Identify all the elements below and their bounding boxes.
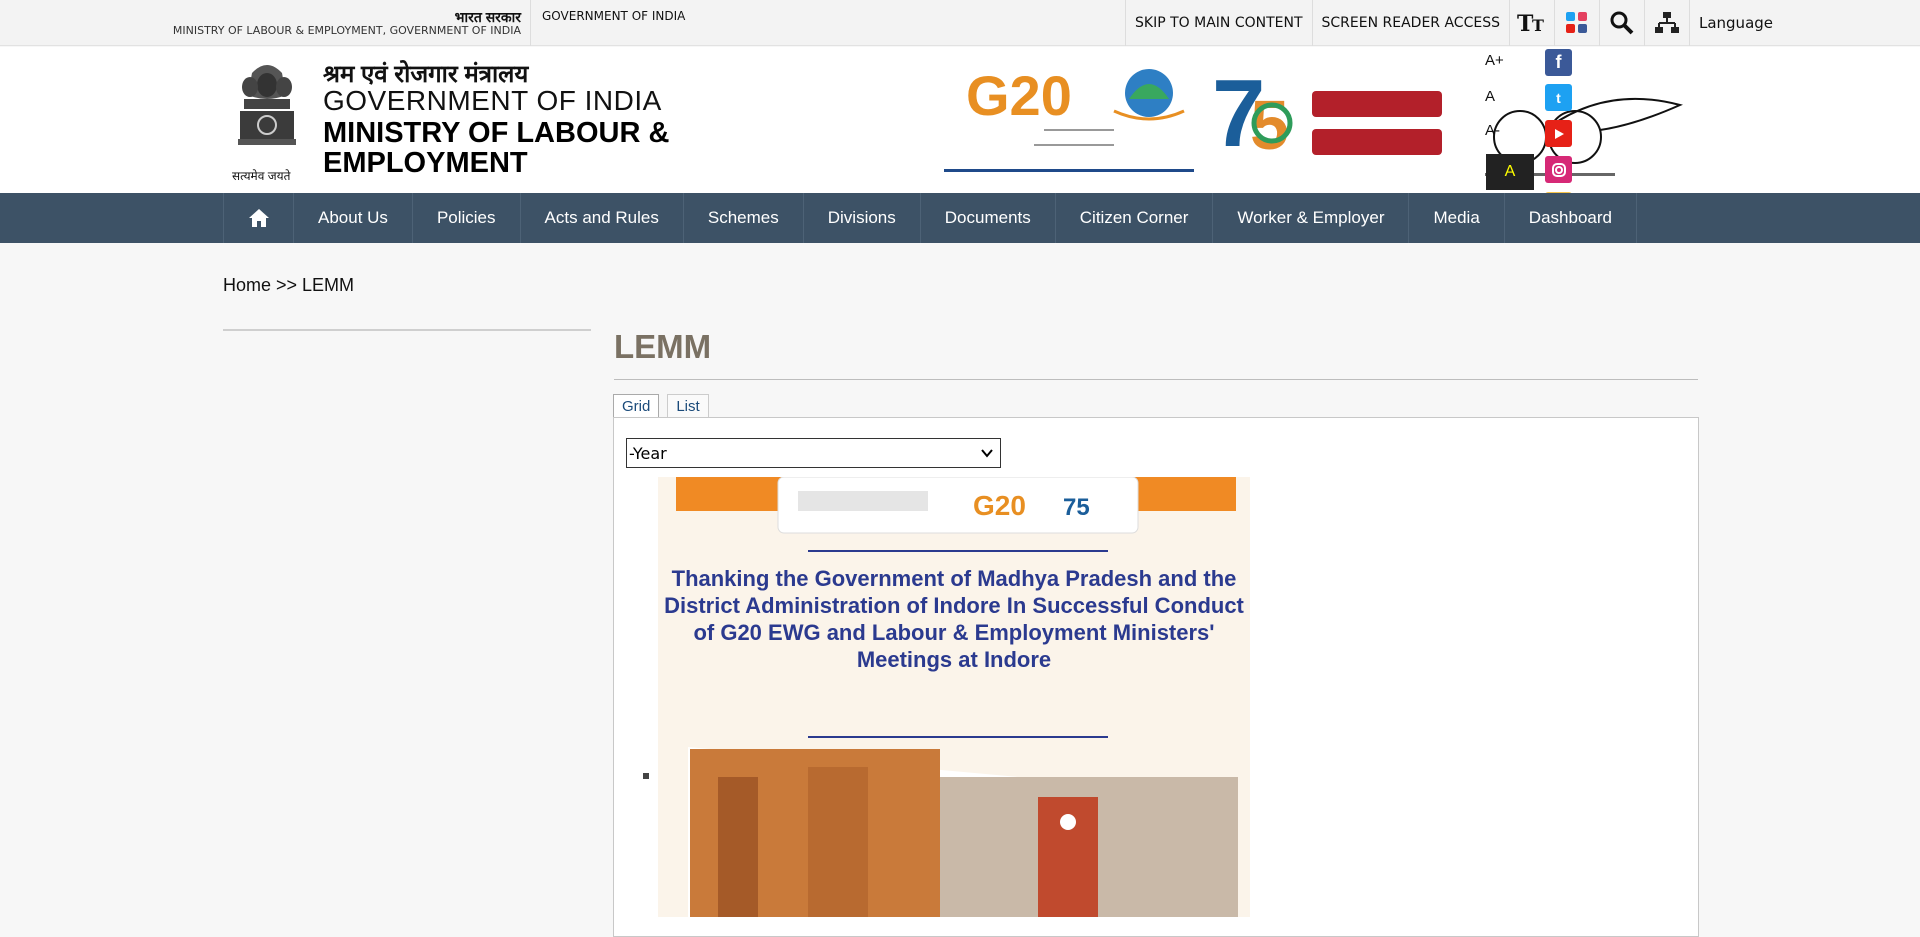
tab-list[interactable]: List bbox=[667, 394, 709, 418]
top-bar: भारत सरकार MINISTRY OF LABOUR & EMPLOYME… bbox=[0, 0, 1920, 46]
facebook-icon[interactable]: f bbox=[1545, 49, 1572, 76]
list-bullet bbox=[643, 773, 649, 779]
accessibility-bar: SKIP TO MAIN CONTENT SCREEN READER ACCES… bbox=[1125, 0, 1782, 46]
main-navigation: About Us Policies Acts and Rules Schemes… bbox=[0, 193, 1920, 243]
high-contrast-button[interactable]: A bbox=[1486, 154, 1534, 190]
breadcrumb[interactable]: Home >> LEMM bbox=[223, 275, 354, 296]
nav-about-us[interactable]: About Us bbox=[294, 193, 413, 243]
sitemap-icon[interactable] bbox=[1643, 0, 1689, 46]
divider bbox=[530, 0, 531, 46]
tab-grid[interactable]: Grid bbox=[613, 394, 660, 418]
site-header: सत्यमेव जयते श्रम एवं रोजगार मंत्रालय GO… bbox=[0, 47, 1920, 193]
search-icon[interactable] bbox=[1598, 0, 1644, 46]
nav-dashboard[interactable]: Dashboard bbox=[1505, 193, 1637, 243]
nav-schemes[interactable]: Schemes bbox=[684, 193, 804, 243]
twitter-icon[interactable]: t bbox=[1545, 84, 1572, 111]
year-select-value: -Year bbox=[629, 443, 667, 463]
nav-policies[interactable]: Policies bbox=[413, 193, 521, 243]
svg-text:G20: G20 bbox=[973, 490, 1026, 521]
font-decrease-button[interactable]: A- bbox=[1485, 122, 1500, 139]
language-selector[interactable]: Language bbox=[1688, 0, 1782, 46]
nav-documents[interactable]: Documents bbox=[921, 193, 1056, 243]
font-increase-button[interactable]: A+ bbox=[1485, 52, 1504, 69]
home-icon[interactable] bbox=[223, 193, 294, 243]
svg-text:T: T bbox=[1532, 16, 1544, 35]
chevron-down-icon bbox=[980, 445, 994, 464]
gallery-item-image[interactable]: G20 75 Thanking the Government of Madhya… bbox=[658, 477, 1250, 917]
skip-to-main-link[interactable]: SKIP TO MAIN CONTENT bbox=[1125, 0, 1312, 46]
svg-text:G20: G20 bbox=[966, 64, 1072, 127]
goi-title: GOVERNMENT OF INDIA bbox=[323, 85, 662, 116]
goi-link[interactable]: GOVERNMENT OF INDIA bbox=[542, 9, 685, 23]
g20-logo[interactable]: G20 bbox=[944, 59, 1194, 184]
instagram-icon[interactable] bbox=[1545, 156, 1572, 183]
youtube-icon[interactable] bbox=[1545, 120, 1572, 147]
sidebar-divider bbox=[223, 329, 591, 331]
nav-acts-and-rules[interactable]: Acts and Rules bbox=[521, 193, 684, 243]
ministry-gov-label: MINISTRY OF LABOUR & EMPLOYMENT, GOVERNM… bbox=[172, 24, 521, 37]
nav-divisions[interactable]: Divisions bbox=[804, 193, 921, 243]
azadi-ka-amrit-mahotsav-logo[interactable]: 7 5 bbox=[1212, 60, 1457, 171]
title-divider bbox=[614, 379, 1698, 380]
page-title: LEMM bbox=[614, 328, 712, 365]
font-normal-button[interactable]: A bbox=[1485, 88, 1495, 105]
text-size-icon[interactable]: TT bbox=[1508, 0, 1554, 46]
view-tabs: Grid List bbox=[613, 394, 709, 418]
nav-media[interactable]: Media bbox=[1409, 193, 1505, 243]
svg-text:75: 75 bbox=[1063, 494, 1090, 521]
nav-citizen-corner[interactable]: Citizen Corner bbox=[1056, 193, 1214, 243]
nav-worker-employer[interactable]: Worker & Employer bbox=[1213, 193, 1410, 243]
emblem-caption: सत्यमेव जयते bbox=[232, 169, 291, 183]
year-select[interactable]: -Year bbox=[626, 438, 1001, 468]
social-media-icon[interactable] bbox=[1553, 0, 1599, 46]
poster-title: Thanking the Government of Madhya Prades… bbox=[664, 566, 1244, 672]
screen-reader-link[interactable]: SCREEN READER ACCESS bbox=[1311, 0, 1509, 46]
ministry-title-line1: MINISTRY OF LABOUR & bbox=[323, 117, 670, 149]
ministry-title-line2: EMPLOYMENT bbox=[323, 147, 528, 179]
